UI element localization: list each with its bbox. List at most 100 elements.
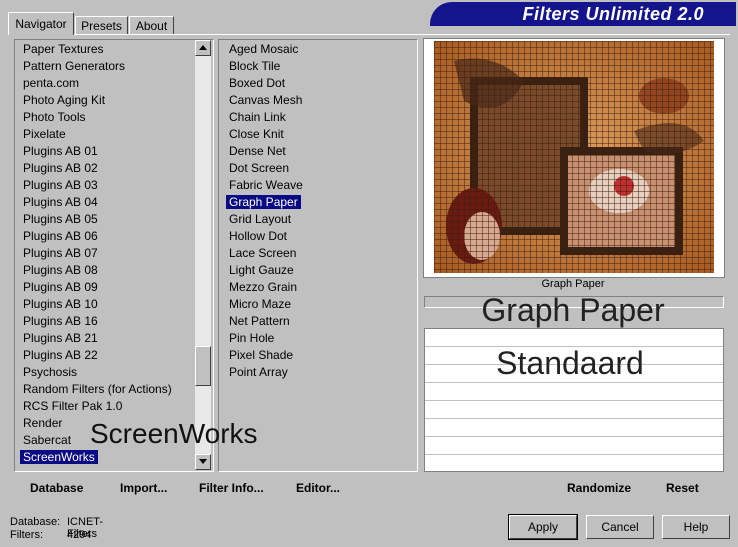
list-item-label: Render xyxy=(23,416,63,430)
list-item-label: Plugins AB 03 xyxy=(23,178,98,192)
list-item[interactable]: Grid Layout xyxy=(223,211,303,228)
list-item-label: Lace Screen xyxy=(229,246,297,260)
filters-label: Filters: xyxy=(10,529,43,541)
list-item-label: Plugins AB 21 xyxy=(23,331,98,345)
cancel-button[interactable]: Cancel xyxy=(586,515,654,539)
list-item[interactable]: Plugins AB 08 xyxy=(17,262,172,279)
list-item[interactable]: Plugins AB 22 xyxy=(17,347,172,364)
tab-navigator[interactable]: Navigator xyxy=(8,12,74,35)
apply-button[interactable]: Apply xyxy=(508,514,578,540)
title-banner: Filters Unlimited 2.0 xyxy=(430,2,736,26)
scroll-down-button[interactable] xyxy=(195,454,211,470)
list-item[interactable]: Plugins AB 10 xyxy=(17,296,172,313)
category-scrollbar[interactable] xyxy=(195,40,211,470)
list-item-label: Plugins AB 02 xyxy=(23,161,98,175)
list-item[interactable]: ScreenWorks xyxy=(17,449,172,466)
list-item-label: Sabercat xyxy=(23,433,72,447)
list-item[interactable]: Photo Tools xyxy=(17,109,172,126)
list-item[interactable]: Point Array xyxy=(223,364,303,381)
list-item[interactable]: Plugins AB 04 xyxy=(17,194,172,211)
param-row xyxy=(425,437,723,455)
preview-caption: Graph Paper xyxy=(541,278,605,290)
database-label: Database: xyxy=(10,516,61,528)
param-row xyxy=(425,401,723,419)
preview-frame xyxy=(423,38,725,278)
list-item[interactable]: Plugins AB 02 xyxy=(17,160,172,177)
list-item[interactable]: Plugins AB 16 xyxy=(17,313,172,330)
editor-link[interactable]: Editor... xyxy=(296,481,340,495)
list-item[interactable]: Pattern Generators xyxy=(17,58,172,75)
list-item-label: Pixelate xyxy=(23,127,66,141)
import-link[interactable]: Import... xyxy=(120,481,167,495)
help-button[interactable]: Help xyxy=(662,515,730,539)
list-item[interactable]: Plugins AB 09 xyxy=(17,279,172,296)
list-item[interactable]: Paper Textures xyxy=(17,41,172,58)
list-item[interactable]: Block Tile xyxy=(223,58,303,75)
list-item[interactable]: Pixel Shade xyxy=(223,347,303,364)
list-item[interactable]: Pixelate xyxy=(17,126,172,143)
list-item[interactable]: Canvas Mesh xyxy=(223,92,303,109)
reset-link[interactable]: Reset xyxy=(666,481,699,495)
list-item-label: Plugins AB 05 xyxy=(23,212,98,226)
list-item[interactable]: Mezzo Grain xyxy=(223,279,303,296)
list-item-label: Plugins AB 09 xyxy=(23,280,98,294)
list-item[interactable]: Lace Screen xyxy=(223,245,303,262)
list-item[interactable]: Dense Net xyxy=(223,143,303,160)
list-item-label: Dense Net xyxy=(229,144,286,158)
database-status: Database: ICNET-Filters xyxy=(10,516,103,540)
list-item-label: Mezzo Grain xyxy=(229,280,298,294)
list-item-label: Net Pattern xyxy=(229,314,290,328)
list-item[interactable]: Light Gauze xyxy=(223,262,303,279)
list-item-label: Plugins AB 22 xyxy=(23,348,98,362)
scroll-up-button[interactable] xyxy=(195,40,211,56)
list-item[interactable]: Psychosis xyxy=(17,364,172,381)
list-item[interactable]: Graph Paper xyxy=(223,194,303,211)
list-item-label: Plugins AB 10 xyxy=(23,297,98,311)
filter-list[interactable]: Aged Mosaic Block Tile Boxed Dot Canvas Mes… xyxy=(218,39,418,472)
list-item[interactable]: Pin Hole xyxy=(223,330,303,347)
list-item[interactable]: Hollow Dot xyxy=(223,228,303,245)
list-item-label: Point Array xyxy=(229,365,288,379)
list-item-label: Canvas Mesh xyxy=(229,93,303,107)
list-item-label: Pattern Generators xyxy=(23,59,126,73)
list-item[interactable]: Boxed Dot xyxy=(223,75,303,92)
list-item[interactable]: Plugins AB 03 xyxy=(17,177,172,194)
randomize-link[interactable]: Randomize xyxy=(567,481,631,495)
preview-image xyxy=(434,41,714,273)
list-item[interactable]: Dot Screen xyxy=(223,160,303,177)
list-item[interactable]: Fabric Weave xyxy=(223,177,303,194)
list-item[interactable]: Plugins AB 21 xyxy=(17,330,172,347)
list-item[interactable]: Photo Aging Kit xyxy=(17,92,172,109)
scroll-thumb[interactable] xyxy=(195,346,211,386)
list-item-label: Aged Mosaic xyxy=(229,42,299,56)
list-item-label: Dot Screen xyxy=(229,161,290,175)
list-item[interactable]: RCS Filter Pak 1.0 xyxy=(17,398,172,415)
list-item[interactable]: Aged Mosaic xyxy=(223,41,303,58)
list-item[interactable]: Random Filters (for Actions) xyxy=(17,381,172,398)
list-item[interactable]: Plugins AB 06 xyxy=(17,228,172,245)
list-item[interactable]: penta.com xyxy=(17,75,172,92)
database-link[interactable]: Database xyxy=(30,481,83,495)
tab-about[interactable]: About xyxy=(129,16,174,35)
list-item-label: Fabric Weave xyxy=(229,178,303,192)
list-item[interactable]: Close Knit xyxy=(223,126,303,143)
list-item[interactable]: Chain Link xyxy=(223,109,303,126)
list-item-label: Chain Link xyxy=(229,110,286,124)
list-item[interactable]: Net Pattern xyxy=(223,313,303,330)
list-item-label: Plugins AB 07 xyxy=(23,246,98,260)
list-item-label: Plugins AB 06 xyxy=(23,229,98,243)
list-item-label: Plugins AB 04 xyxy=(23,195,98,209)
param-row xyxy=(425,383,723,401)
list-item[interactable]: Plugins AB 05 xyxy=(17,211,172,228)
list-item[interactable]: Plugins AB 01 xyxy=(17,143,172,160)
list-item-label: ScreenWorks xyxy=(20,450,98,464)
list-item-label: Boxed Dot xyxy=(229,76,286,90)
filter-info-link[interactable]: Filter Info... xyxy=(199,481,264,495)
list-item[interactable]: Plugins AB 07 xyxy=(17,245,172,262)
list-item[interactable]: Micro Maze xyxy=(223,296,303,313)
overlay-label: ScreenWorks xyxy=(90,418,258,449)
category-list[interactable]: Paper Textures Pattern Generators penta.co… xyxy=(14,39,214,472)
list-item-label: RCS Filter Pak 1.0 xyxy=(23,399,123,413)
tab-presets[interactable]: Presets xyxy=(75,16,128,35)
list-item-label: Plugins AB 08 xyxy=(23,263,98,277)
